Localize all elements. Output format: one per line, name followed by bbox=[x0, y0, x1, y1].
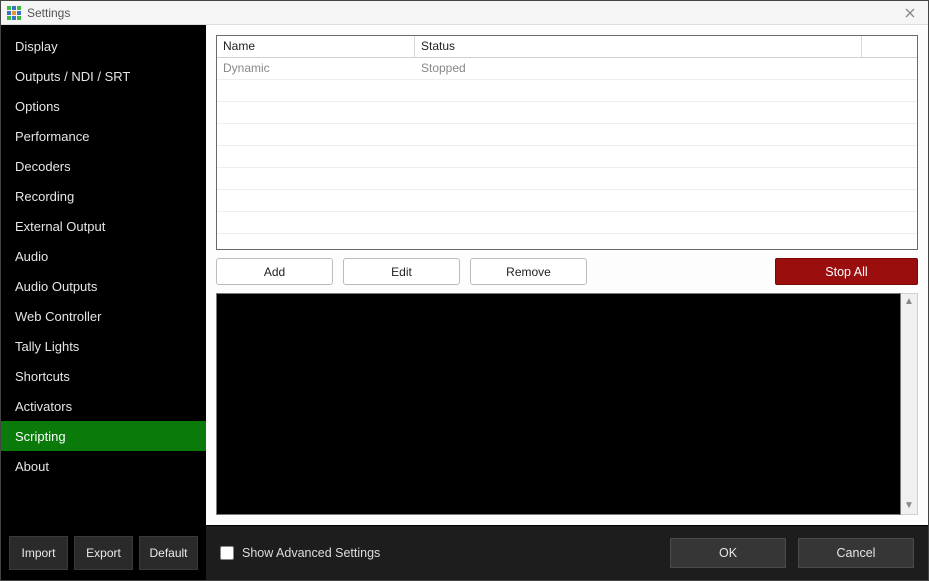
advanced-checkbox[interactable] bbox=[220, 546, 234, 560]
table-body: Dynamic Stopped bbox=[217, 58, 917, 249]
scrollbar[interactable]: ▲ ▼ bbox=[901, 293, 918, 515]
sidebar-items: Display Outputs / NDI / SRT Options Perf… bbox=[1, 31, 206, 526]
table-row-empty bbox=[217, 124, 917, 146]
ok-button[interactable]: OK bbox=[670, 538, 786, 568]
close-icon[interactable] bbox=[898, 3, 922, 23]
scroll-down-icon[interactable]: ▼ bbox=[904, 498, 914, 514]
scroll-up-icon[interactable]: ▲ bbox=[904, 294, 914, 310]
body: Display Outputs / NDI / SRT Options Perf… bbox=[1, 25, 928, 580]
sidebar-item-options[interactable]: Options bbox=[1, 91, 206, 121]
advanced-toggle[interactable]: Show Advanced Settings bbox=[220, 546, 380, 560]
table-row-empty bbox=[217, 146, 917, 168]
sidebar-item-web-controller[interactable]: Web Controller bbox=[1, 301, 206, 331]
sidebar-button-row: Import Export Default bbox=[1, 526, 206, 580]
footer: Show Advanced Settings OK Cancel bbox=[206, 525, 928, 580]
cell-status: Stopped bbox=[415, 58, 862, 79]
sidebar-item-decoders[interactable]: Decoders bbox=[1, 151, 206, 181]
main-area: Name Status Dynamic Stopped bbox=[206, 25, 928, 525]
sidebar-item-recording[interactable]: Recording bbox=[1, 181, 206, 211]
sidebar-item-audio[interactable]: Audio bbox=[1, 241, 206, 271]
sidebar-item-activators[interactable]: Activators bbox=[1, 391, 206, 421]
sidebar: Display Outputs / NDI / SRT Options Perf… bbox=[1, 25, 206, 580]
sidebar-item-scripting[interactable]: Scripting bbox=[1, 421, 206, 451]
scripts-table: Name Status Dynamic Stopped bbox=[216, 35, 918, 250]
sidebar-item-performance[interactable]: Performance bbox=[1, 121, 206, 151]
settings-window: Settings Display Outputs / NDI / SRT Opt… bbox=[0, 0, 929, 581]
sidebar-item-external-output[interactable]: External Output bbox=[1, 211, 206, 241]
table-row[interactable]: Dynamic Stopped bbox=[217, 58, 917, 80]
cell-name: Dynamic bbox=[217, 58, 415, 79]
edit-button[interactable]: Edit bbox=[343, 258, 460, 285]
column-header-name[interactable]: Name bbox=[217, 36, 415, 57]
sidebar-item-tally-lights[interactable]: Tally Lights bbox=[1, 331, 206, 361]
table-row-empty bbox=[217, 212, 917, 234]
table-row-empty bbox=[217, 168, 917, 190]
sidebar-item-audio-outputs[interactable]: Audio Outputs bbox=[1, 271, 206, 301]
table-row-empty bbox=[217, 190, 917, 212]
log-output[interactable] bbox=[216, 293, 901, 515]
column-header-extra bbox=[862, 36, 917, 57]
table-header: Name Status bbox=[217, 36, 917, 58]
remove-button[interactable]: Remove bbox=[470, 258, 587, 285]
cancel-button[interactable]: Cancel bbox=[798, 538, 914, 568]
export-button[interactable]: Export bbox=[74, 536, 133, 570]
advanced-label: Show Advanced Settings bbox=[242, 546, 380, 560]
cell-extra bbox=[862, 58, 917, 79]
column-header-status[interactable]: Status bbox=[415, 36, 862, 57]
add-button[interactable]: Add bbox=[216, 258, 333, 285]
sidebar-item-about[interactable]: About bbox=[1, 451, 206, 481]
table-row-empty bbox=[217, 102, 917, 124]
spacer bbox=[597, 258, 765, 285]
table-actions: Add Edit Remove Stop All bbox=[216, 258, 918, 285]
default-button[interactable]: Default bbox=[139, 536, 198, 570]
content: Name Status Dynamic Stopped bbox=[206, 25, 928, 580]
sidebar-item-shortcuts[interactable]: Shortcuts bbox=[1, 361, 206, 391]
titlebar: Settings bbox=[1, 1, 928, 25]
table-row-empty bbox=[217, 80, 917, 102]
stop-all-button[interactable]: Stop All bbox=[775, 258, 918, 285]
sidebar-item-display[interactable]: Display bbox=[1, 31, 206, 61]
sidebar-item-outputs[interactable]: Outputs / NDI / SRT bbox=[1, 61, 206, 91]
app-logo-icon bbox=[7, 6, 21, 20]
window-title: Settings bbox=[27, 6, 898, 20]
log-area: ▲ ▼ bbox=[216, 293, 918, 515]
import-button[interactable]: Import bbox=[9, 536, 68, 570]
